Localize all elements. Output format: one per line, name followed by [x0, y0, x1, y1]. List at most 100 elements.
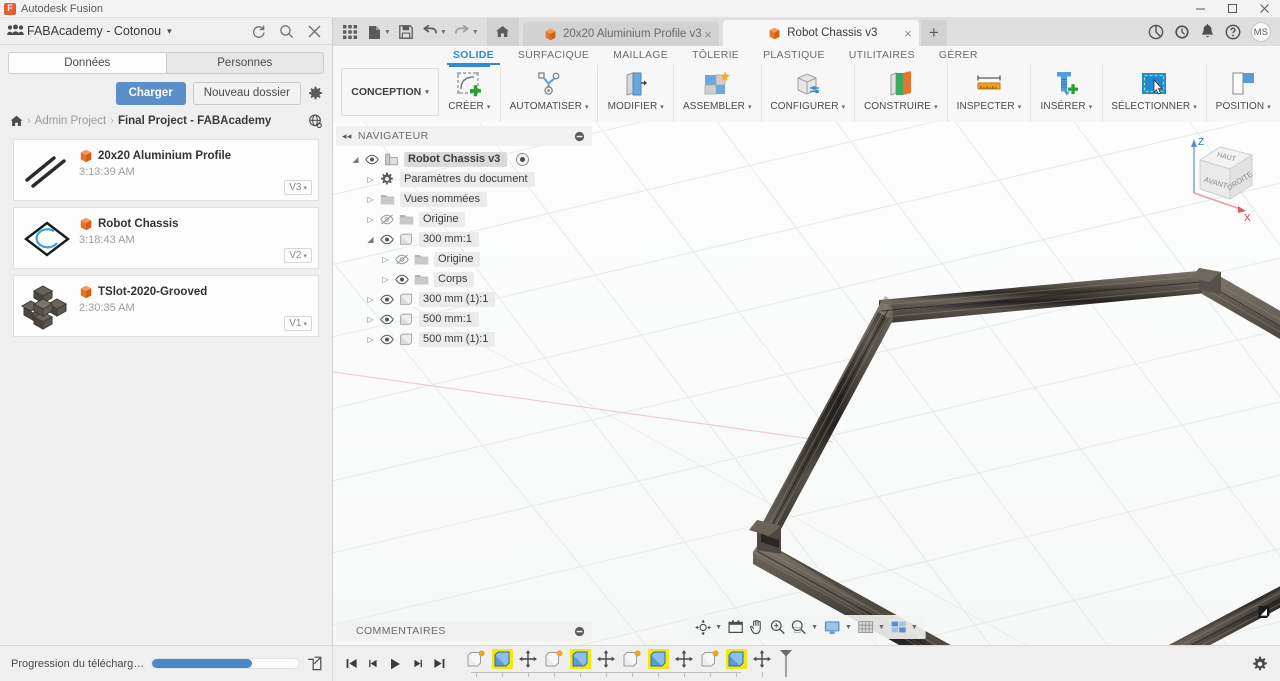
version-badge[interactable]: V1 ▾	[284, 316, 312, 331]
timeline-end-marker[interactable]	[779, 649, 793, 679]
close-icon[interactable]: ×	[704, 28, 712, 41]
chevron-down-icon[interactable]: ▼	[472, 29, 479, 36]
visibility-eye-hidden-icon[interactable]	[395, 254, 410, 265]
expand-arrow-icon[interactable]: ▷	[365, 315, 376, 324]
tree-item-document-settings[interactable]: ▷ Paramètres du document	[336, 169, 592, 189]
new-tab-button[interactable]: +	[920, 20, 947, 46]
tree-item-origin-child[interactable]: ▷ Origine	[336, 249, 592, 269]
timeline-feature[interactable]	[489, 648, 515, 677]
zoom-icon[interactable]	[768, 616, 788, 638]
tree-item-robot-chassis[interactable]: ◢ Robot Chassis v3	[336, 149, 592, 169]
timeline-feature[interactable]	[723, 648, 749, 677]
timeline-feature[interactable]	[645, 648, 671, 677]
avatar[interactable]: MS	[1251, 22, 1271, 42]
ribbon-button-modifier[interactable]: MODIFIER ▾	[598, 65, 675, 122]
close-icon[interactable]: ×	[904, 27, 912, 40]
timeline-feature[interactable]	[749, 649, 775, 677]
activate-component-radio[interactable]	[516, 152, 530, 166]
tree-item-named-views[interactable]: ▷ Vues nommées	[336, 189, 592, 209]
breadcrumb-item-final-project[interactable]: Final Project - FABAcademy	[118, 115, 271, 127]
timeline-feature[interactable]	[515, 649, 541, 677]
expand-arrow-icon[interactable]: ▷	[365, 175, 376, 184]
search-icon[interactable]	[279, 24, 294, 39]
ribbon-button-automatiser[interactable]: AUTOMATISER ▾	[501, 65, 599, 122]
ribbon-button-construire[interactable]: CONSTRUIRE ▾	[855, 65, 948, 122]
step-back-icon[interactable]	[365, 654, 381, 674]
chevron-down-icon[interactable]: ▼	[384, 29, 391, 36]
timeline-feature[interactable]	[593, 649, 619, 677]
tree-item-500mm-copy[interactable]: ▷ 500 mm (1):1	[336, 329, 592, 349]
chevron-down-icon[interactable]: ▼	[878, 624, 885, 631]
chevron-down-icon[interactable]: ▼	[911, 624, 918, 631]
visibility-eye-icon[interactable]	[380, 294, 395, 305]
ribbon-tab-maillage[interactable]: MAILLAGE	[601, 46, 680, 65]
upload-button[interactable]: Charger	[115, 82, 186, 105]
version-badge[interactable]: V3 ▾	[284, 180, 312, 195]
skip-start-icon[interactable]	[343, 654, 359, 674]
recent-icon[interactable]	[1174, 24, 1190, 40]
pan-icon[interactable]	[747, 616, 767, 638]
expand-arrow-icon[interactable]: ◢	[350, 155, 361, 164]
save-icon[interactable]	[395, 20, 417, 44]
tab-personnes[interactable]: Personnes	[165, 52, 324, 74]
maximize-icon[interactable]	[1216, 0, 1248, 18]
home-icon[interactable]	[10, 115, 23, 127]
expand-arrow-icon[interactable]: ▷	[365, 335, 376, 344]
timeline-feature[interactable]	[619, 649, 645, 677]
expand-arrow-icon[interactable]: ▷	[365, 295, 376, 304]
tree-item-corps[interactable]: ▷ Corps	[336, 269, 592, 289]
gear-icon[interactable]	[308, 86, 323, 101]
visibility-eye-icon[interactable]	[365, 154, 380, 165]
timeline-feature[interactable]	[671, 649, 697, 677]
comments-options-icon[interactable]	[574, 626, 585, 637]
autodesk-logo-icon[interactable]	[1256, 604, 1272, 620]
version-badge[interactable]: V2 ▾	[284, 248, 312, 263]
visibility-eye-icon[interactable]	[380, 234, 395, 245]
gear-icon[interactable]	[1252, 656, 1280, 672]
ribbon-tab-tolerie[interactable]: TÔLERIE	[680, 46, 751, 65]
tree-item-300mm-copy[interactable]: ▷ 300 mm (1):1	[336, 289, 592, 309]
new-folder-button[interactable]: Nouveau dossier	[192, 82, 301, 105]
ribbon-tab-gerer[interactable]: GÉRER	[927, 46, 990, 65]
tree-item-500mm-1[interactable]: ▷ 500 mm:1	[336, 309, 592, 329]
ribbon-button-inspecter[interactable]: INSPECTER ▾	[948, 65, 1032, 122]
chevron-down-icon[interactable]: ▼	[440, 29, 447, 36]
timeline-feature[interactable]	[567, 648, 593, 677]
expand-arrow-icon[interactable]: ▷	[380, 275, 391, 284]
new-file-icon[interactable]	[363, 20, 385, 44]
tree-item-300mm-1[interactable]: ◢ 300 mm:1	[336, 229, 592, 249]
timeline-feature[interactable]	[541, 649, 567, 677]
file-card[interactable]: TSlot-2020-Grooved 2:30:35 AM V1 ▾	[13, 275, 319, 337]
redo-icon[interactable]	[451, 20, 473, 44]
browser-options-icon[interactable]	[574, 131, 585, 142]
chevron-down-icon[interactable]: ▾	[167, 26, 172, 37]
file-card[interactable]: 20x20 Aluminium Profile 3:13:39 AM V3 ▾	[13, 139, 319, 201]
hub-name[interactable]: FABAcademy - Cotonou	[27, 24, 161, 38]
expand-arrow-icon[interactable]: ◢	[365, 235, 376, 244]
expand-arrow-icon[interactable]: ▷	[380, 255, 391, 264]
chevron-down-icon[interactable]: ▼	[845, 624, 852, 631]
expand-arrow-icon[interactable]: ▷	[365, 195, 376, 204]
home-tab-button[interactable]	[486, 18, 519, 46]
timeline-feature[interactable]	[463, 649, 489, 677]
breadcrumb-item-admin-project[interactable]: Admin Project	[35, 115, 107, 127]
timeline-feature[interactable]	[697, 649, 723, 677]
orbit-icon[interactable]	[692, 616, 713, 638]
workspace-switcher[interactable]: CONCEPTION ▾	[341, 68, 439, 116]
skip-end-icon[interactable]	[431, 654, 447, 674]
chevron-down-icon[interactable]: ▼	[811, 624, 818, 631]
visibility-eye-icon[interactable]	[380, 334, 395, 345]
play-icon[interactable]	[387, 654, 403, 674]
document-tab-robot-chassis[interactable]: Robot Chassis v3 ×	[722, 20, 919, 46]
ribbon-tab-solide[interactable]: SOLIDE	[441, 46, 506, 65]
ribbon-button-configurer[interactable]: CONFIGURER ▾	[762, 65, 856, 122]
ribbon-tab-plastique[interactable]: PLASTIQUE	[751, 46, 837, 65]
visibility-eye-hidden-icon[interactable]	[380, 214, 395, 225]
minimize-icon[interactable]	[1184, 0, 1216, 18]
viewports-icon[interactable]	[889, 616, 909, 638]
visibility-eye-icon[interactable]	[395, 274, 410, 285]
undo-icon[interactable]	[419, 20, 441, 44]
comments-bar[interactable]: COMMENTAIRES	[336, 621, 592, 641]
ribbon-button-selectionner[interactable]: SÉLECTIONNER ▾	[1103, 65, 1207, 122]
look-at-icon[interactable]	[726, 616, 746, 638]
